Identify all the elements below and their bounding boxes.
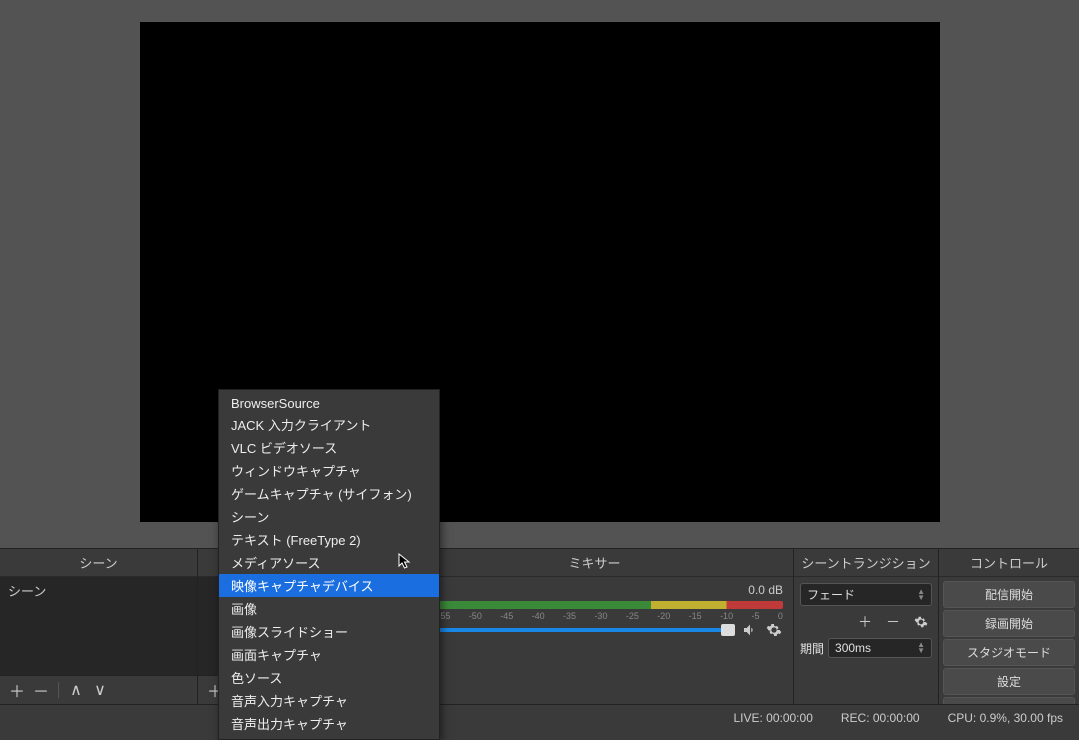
source-type-item[interactable]: 映像キャプチャデバイス [219, 574, 439, 597]
status-bar: LIVE: 00:00:00 REC: 00:00:00 CPU: 0.9%, … [0, 704, 1079, 730]
speaker-icon[interactable] [741, 621, 759, 639]
meter-ticks: -60-55-50-45-40-35-30-25-20-15-10-50 [406, 611, 783, 621]
duration-label: 期間 [800, 640, 824, 657]
scenes-toolbar: ＋ － ∧ ∨ [0, 675, 197, 704]
source-type-item[interactable]: 画像スライドショー [219, 620, 439, 643]
source-type-item[interactable]: メディアソース [219, 551, 439, 574]
scenes-list[interactable]: シーン [0, 577, 197, 675]
status-rec: REC: 00:00:00 [841, 711, 920, 725]
mixer-settings-button[interactable] [765, 621, 783, 639]
mixer-channel: 0.0 dB -60-55-50-45-40-35-30-25-20-15-10… [396, 577, 793, 645]
mixer-body: 0.0 dB -60-55-50-45-40-35-30-25-20-15-10… [396, 577, 793, 704]
status-live: LIVE: 00:00:00 [733, 711, 812, 725]
controls-header: コントロール [939, 549, 1079, 577]
transition-value: フェード [807, 586, 855, 603]
status-cpu: CPU: 0.9%, 30.00 fps [948, 711, 1063, 725]
source-type-item[interactable]: 音声入力キャプチャ [219, 689, 439, 712]
scenes-header: シーン [0, 549, 197, 577]
transitions-panel: シーントランジション フェード ▲▼ ＋ － 期間 300ms ▲▼ [794, 549, 939, 704]
start-record-button[interactable]: 録画開始 [943, 610, 1075, 637]
settings-button[interactable]: 設定 [943, 668, 1075, 695]
start-stream-button[interactable]: 配信開始 [943, 581, 1075, 608]
duration-value: 300ms [835, 641, 871, 655]
scenes-panel: シーン シーン ＋ － ∧ ∨ [0, 549, 198, 704]
scene-up-button[interactable]: ∧ [65, 680, 87, 700]
preview-area [0, 0, 1079, 548]
source-type-item[interactable]: VLC ビデオソース [219, 436, 439, 459]
studio-mode-button[interactable]: スタジオモード [943, 639, 1075, 666]
chevron-updown-icon: ▲▼ [917, 642, 925, 654]
source-type-item[interactable]: テキスト (FreeType 2) [219, 528, 439, 551]
source-type-item[interactable]: ウィンドウキャプチャ [219, 459, 439, 482]
duration-input[interactable]: 300ms ▲▼ [828, 638, 932, 658]
source-type-item[interactable]: シーン [219, 505, 439, 528]
transitions-header: シーントランジション [794, 549, 938, 577]
volume-slider[interactable] [406, 628, 735, 632]
source-type-item[interactable]: ゲームキャプチャ (サイフォン) [219, 482, 439, 505]
scene-down-button[interactable]: ∨ [89, 680, 111, 700]
audio-meter: -60-55-50-45-40-35-30-25-20-15-10-50 [406, 601, 783, 609]
mixer-panel: ミキサー 0.0 dB -60-55-50-45-40-35-30-25-20-… [396, 549, 794, 704]
source-type-item[interactable]: JACK 入力クライアント [219, 413, 439, 436]
gear-icon [914, 615, 928, 629]
transition-select[interactable]: フェード ▲▼ [800, 583, 932, 606]
remove-transition-button[interactable]: － [882, 612, 904, 632]
source-type-item[interactable]: 画像 [219, 597, 439, 620]
source-type-item[interactable]: 色ソース [219, 666, 439, 689]
source-type-item[interactable]: 画面キャプチャ [219, 643, 439, 666]
source-type-item[interactable]: BrowserSource [219, 394, 439, 413]
scene-item[interactable]: シーン [0, 577, 197, 604]
source-type-item[interactable]: 音声出力キャプチャ [219, 712, 439, 735]
mixer-db-value: 0.0 dB [748, 583, 783, 597]
transition-settings-button[interactable] [910, 612, 932, 632]
transitions-body: フェード ▲▼ ＋ － 期間 300ms ▲▼ [794, 577, 938, 664]
panels-row: シーン シーン ＋ － ∧ ∨ ソース ＋ － ∧ ∨ ミキサー [0, 548, 1079, 704]
chevron-updown-icon: ▲▼ [917, 589, 925, 601]
add-source-menu[interactable]: BrowserSourceJACK 入力クライアントVLC ビデオソースウィンド… [218, 389, 440, 740]
add-scene-button[interactable]: ＋ [6, 680, 28, 700]
remove-scene-button[interactable]: － [30, 680, 52, 700]
add-transition-button[interactable]: ＋ [854, 612, 876, 632]
controls-panel: コントロール 配信開始 録画開始 スタジオモード 設定 終了 [939, 549, 1079, 704]
mixer-header: ミキサー [396, 549, 793, 577]
